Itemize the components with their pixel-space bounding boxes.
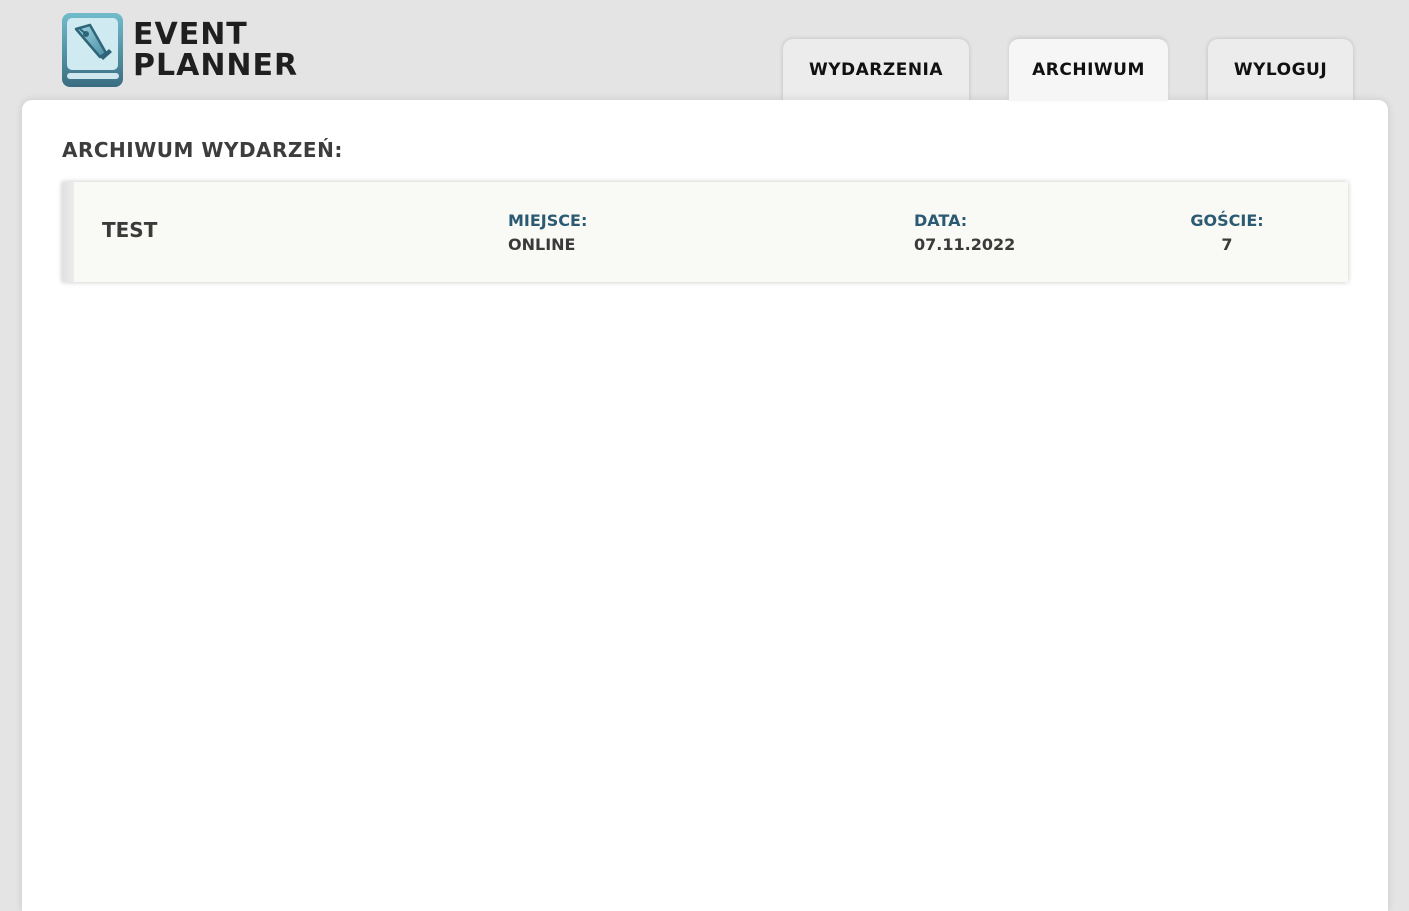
event-name: Test: [102, 218, 158, 242]
event-guests-value: 7: [1221, 235, 1233, 254]
event-card-accent: [62, 182, 74, 282]
event-place-value: Online: [508, 235, 576, 254]
event-date-value: 07.11.2022: [914, 235, 1016, 254]
tab-wyloguj[interactable]: Wyloguj: [1208, 39, 1353, 101]
tab-archiwum[interactable]: Archiwum: [1009, 39, 1168, 101]
event-date-label: Data:: [914, 211, 968, 230]
event-place: Miejsce: Online: [508, 209, 587, 257]
logo-line-1: Event: [133, 17, 248, 52]
logo-text: Event Planner: [133, 19, 298, 81]
book-pen-icon: [62, 13, 123, 87]
event-date: Data: 07.11.2022: [914, 209, 1015, 257]
main-panel: Archiwum wydarzeń: Test Miejsce: Online …: [22, 100, 1388, 911]
event-guests-label: Goście:: [1190, 211, 1264, 230]
event-card[interactable]: Test Miejsce: Online Data: 07.11.2022 Go…: [62, 182, 1348, 282]
app-logo[interactable]: Event Planner: [62, 13, 298, 87]
event-place-label: Miejsce:: [508, 211, 588, 230]
event-guests: Goście: 7: [1187, 209, 1267, 257]
logo-line-2: Planner: [133, 48, 299, 83]
tab-wydarzenia[interactable]: Wydarzenia: [783, 39, 969, 101]
header: Event Planner Wydarzenia Archiwum Wylogu…: [0, 0, 1409, 101]
page-title: Archiwum wydarzeń:: [62, 138, 343, 162]
